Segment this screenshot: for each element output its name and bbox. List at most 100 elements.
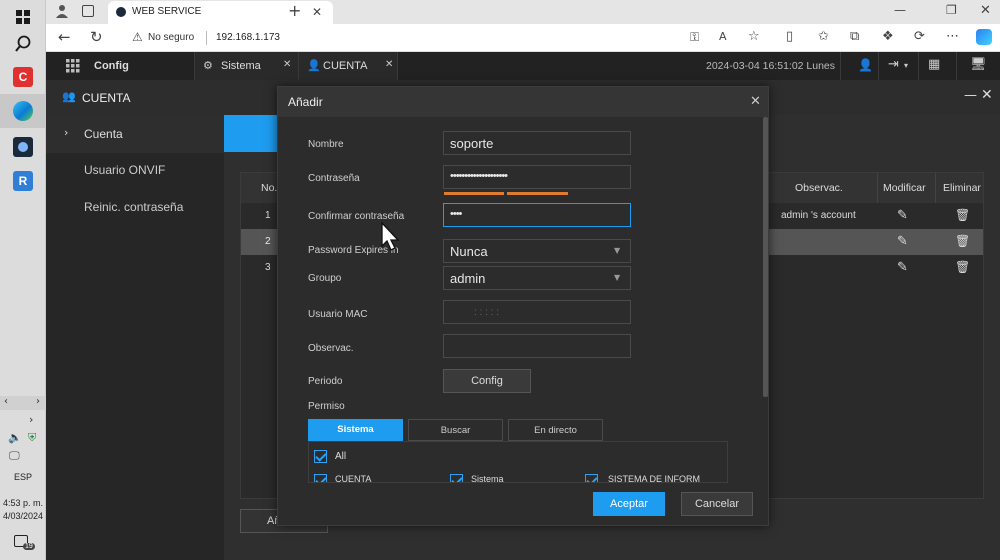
address-bar[interactable]: ⚠ No seguro 192.168.1.173 xyxy=(118,27,678,49)
accept-button[interactable]: Aceptar xyxy=(593,492,665,516)
gear-icon: ⚙ xyxy=(203,59,213,72)
tab-actions-icon[interactable] xyxy=(82,5,94,17)
refresh-icon[interactable]: ↻ xyxy=(90,30,103,45)
split-screen-icon[interactable]: ▯ xyxy=(786,30,793,43)
confirm-password-input[interactable]: •••• xyxy=(443,203,631,227)
close-panel-icon[interactable]: ✕ xyxy=(981,88,993,102)
trash-icon[interactable]: 🗑 xyxy=(955,261,970,273)
favorite-star-icon[interactable]: ☆ xyxy=(748,30,760,43)
password-label: Contraseña xyxy=(308,173,360,184)
perm-info-checkbox[interactable] xyxy=(585,474,598,482)
sidebar-item-label: Reinic. contraseña xyxy=(84,200,184,214)
tab-sistema[interactable]: ⚙ Sistema ✕ xyxy=(194,52,298,80)
trash-icon[interactable]: 🗑 xyxy=(955,209,970,221)
chevron-down-icon: ▼ xyxy=(614,246,621,255)
mac-input[interactable]: : : : : : xyxy=(443,300,631,324)
restore-window-icon[interactable]: ❐ xyxy=(946,4,957,16)
column-header-modify: Modificar xyxy=(883,182,926,194)
perm-cuenta-checkbox[interactable] xyxy=(314,474,327,482)
language-indicator[interactable]: ESP xyxy=(0,472,46,482)
chevron-up-icon[interactable]: › xyxy=(29,414,33,425)
edge-browser-icon[interactable] xyxy=(0,94,46,128)
taskbar-scroll[interactable]: ‹ › xyxy=(0,396,46,410)
app-icon-dark[interactable] xyxy=(0,130,46,164)
perm-all-checkbox[interactable] xyxy=(314,450,327,463)
sidebar-item-reset-password[interactable]: Reinic. contraseña xyxy=(46,189,224,225)
cancel-button[interactable]: Cancelar xyxy=(681,492,753,516)
group-select[interactable]: admin ▼ xyxy=(443,266,631,290)
settings-sidebar: › Cuenta Usuario ONVIF Reinic. contraseñ… xyxy=(46,115,224,560)
search-icon[interactable] xyxy=(0,27,46,61)
url-text: 192.168.1.173 xyxy=(216,32,280,43)
network-icon[interactable]: 🖵 xyxy=(9,450,20,461)
app-top-bar: Config ⚙ Sistema ✕ 👤 CUENTA ✕ 2024-03-04… xyxy=(46,52,1000,80)
app-icon-red[interactable]: C xyxy=(0,60,46,94)
account-icon: 👥 xyxy=(62,90,76,103)
user-account-icon[interactable]: 👤 xyxy=(858,59,873,71)
sync-icon[interactable]: ⟳ xyxy=(914,30,925,43)
security-shield-icon[interactable]: ⛨ xyxy=(28,432,36,443)
remote-desktop-icon[interactable]: R xyxy=(0,164,46,198)
new-tab-icon[interactable]: + xyxy=(288,3,301,19)
password-input[interactable]: •••••••••••••••••••• xyxy=(443,165,631,189)
password-strength-bar xyxy=(507,192,568,195)
close-tab-sistema-icon[interactable]: ✕ xyxy=(283,60,291,70)
minimize-panel-icon[interactable]: — xyxy=(964,89,977,102)
sidebar-item-label: Cuenta xyxy=(84,127,123,141)
read-aloud-icon[interactable]: A xyxy=(719,31,727,42)
perm-cuenta-label: CUENTA xyxy=(335,474,372,483)
dialog-header: Añadir ✕ xyxy=(278,87,768,117)
content-tab-active[interactable] xyxy=(224,115,280,152)
name-label: Nombre xyxy=(308,139,344,150)
logout-icon[interactable]: ⇥ xyxy=(888,58,899,71)
name-input[interactable]: soporte xyxy=(443,131,631,155)
clock-date[interactable]: 4/03/2024 xyxy=(0,511,46,521)
perm-tab-sistema[interactable]: Sistema xyxy=(308,419,403,441)
collections-icon[interactable]: ⧉ xyxy=(850,30,859,43)
more-options-icon[interactable]: ⋯ xyxy=(946,30,959,43)
close-tab-cuenta-icon[interactable]: ✕ xyxy=(385,60,393,70)
clock-time[interactable]: 4:53 p. m. xyxy=(0,498,46,508)
warning-icon: ⚠ xyxy=(132,30,143,44)
browser-tab-title: WEB SERVICE xyxy=(132,6,202,17)
observ-input[interactable] xyxy=(443,334,631,358)
dialog-scrollbar[interactable] xyxy=(763,117,768,397)
perm-tab-en-directo[interactable]: En directo xyxy=(508,419,603,441)
sidebar-item-onvif[interactable]: Usuario ONVIF xyxy=(46,153,224,189)
windows-taskbar: C R ‹ › › 🔈 ⛨ 🖵 ESP 4:53 p. m. 4/03/2024… xyxy=(0,0,46,560)
key-icon[interactable]: ⚿ xyxy=(690,31,699,43)
minimize-window-icon[interactable]: — xyxy=(894,4,906,16)
edit-pencil-icon[interactable]: ✎ xyxy=(897,209,908,222)
period-label: Periodo xyxy=(308,376,343,387)
perm-tab-buscar[interactable]: Buscar xyxy=(408,419,503,441)
favorites-icon[interactable]: ✩ xyxy=(818,30,829,43)
monitor-icon[interactable]: 🖥 xyxy=(970,58,987,71)
close-dialog-icon[interactable]: ✕ xyxy=(750,95,761,108)
mouse-cursor-icon xyxy=(381,221,401,252)
row-number: 2 xyxy=(265,236,271,247)
tab-cuenta[interactable]: 👤 CUENTA ✕ xyxy=(298,52,398,80)
qr-code-icon[interactable]: ▦ xyxy=(928,58,940,71)
extensions-icon[interactable]: ❖ xyxy=(882,30,894,43)
perm-sistema-checkbox[interactable] xyxy=(450,474,463,482)
add-user-dialog: Añadir ✕ Nombre soporte Contraseña •••••… xyxy=(277,86,769,526)
edit-pencil-icon[interactable]: ✎ xyxy=(897,235,908,248)
profile-icon[interactable] xyxy=(54,3,70,19)
password-expires-select[interactable]: Nunca ▼ xyxy=(443,239,631,263)
speaker-icon[interactable]: 🔈 xyxy=(8,432,22,443)
period-config-button[interactable]: Config xyxy=(443,369,531,393)
chevron-down-icon[interactable]: ▾ xyxy=(904,62,908,70)
menu-grid-icon[interactable] xyxy=(66,58,80,73)
sidebar-item-label: Usuario ONVIF xyxy=(84,163,166,177)
edit-pencil-icon[interactable]: ✎ xyxy=(897,261,908,274)
sidebar-item-cuenta[interactable]: › Cuenta xyxy=(46,115,224,153)
back-icon[interactable]: ← xyxy=(58,30,71,45)
notifications-icon[interactable]: 19 xyxy=(14,535,35,553)
close-tab-icon[interactable]: ✕ xyxy=(312,6,322,18)
close-window-icon[interactable]: ✕ xyxy=(980,4,991,17)
copilot-icon[interactable] xyxy=(976,29,992,45)
trash-icon[interactable]: 🗑 xyxy=(955,235,970,247)
column-header-no: No. xyxy=(261,182,278,194)
column-header-delete: Eliminar xyxy=(943,182,981,194)
config-label[interactable]: Config xyxy=(94,60,129,72)
